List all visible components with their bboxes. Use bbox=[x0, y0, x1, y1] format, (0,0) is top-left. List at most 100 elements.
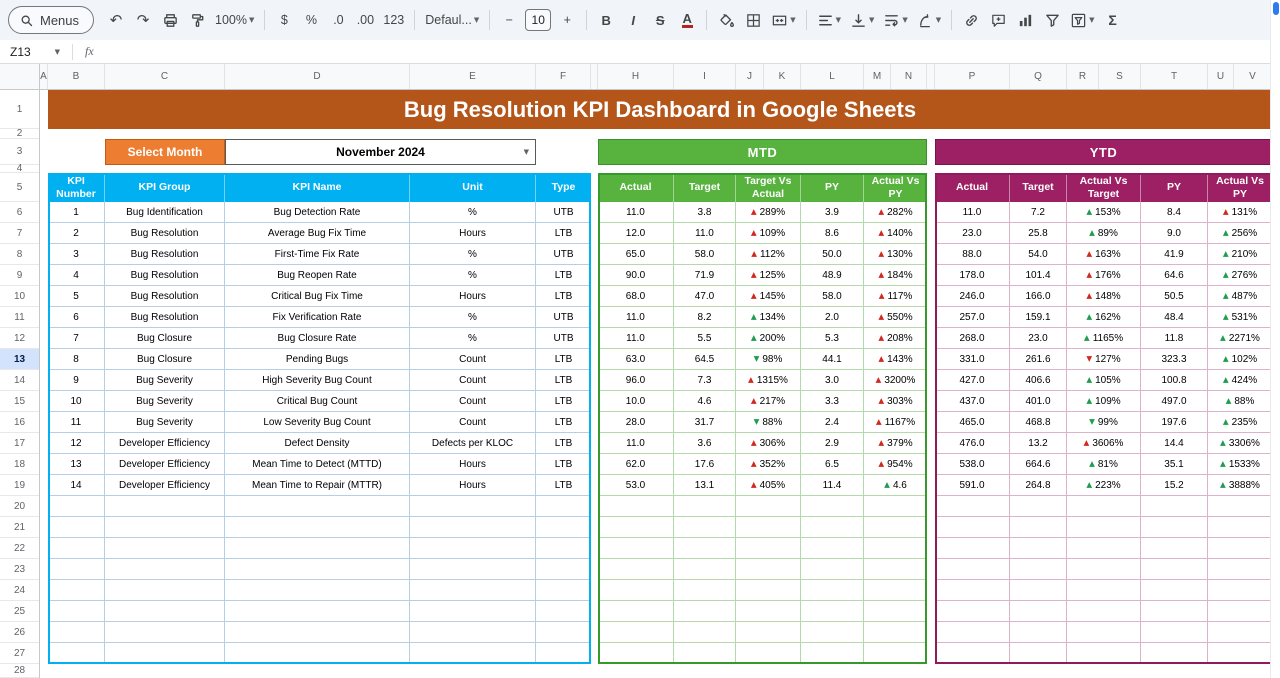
cell-mtd-py[interactable]: 3.0 bbox=[801, 370, 864, 391]
cell-mtd-actual[interactable]: 63.0 bbox=[598, 349, 674, 370]
cell-ytd-target[interactable]: 468.8 bbox=[1010, 412, 1067, 433]
cell-mtd-actual-vs-py[interactable]: ▲ 550% bbox=[864, 307, 927, 328]
cell-ytd-actual-vs-py[interactable] bbox=[1208, 496, 1272, 517]
cell-ytd-actual[interactable]: 246.0 bbox=[935, 286, 1010, 307]
cell-mtd-actual[interactable]: 96.0 bbox=[598, 370, 674, 391]
cell-unit[interactable]: Hours bbox=[410, 454, 536, 475]
cell-mtd-py[interactable] bbox=[801, 580, 864, 601]
column-header-S[interactable]: S bbox=[1099, 64, 1141, 89]
cell-ytd-target[interactable]: 25.8 bbox=[1010, 223, 1067, 244]
cell-mtd-actual-vs-py[interactable] bbox=[864, 517, 927, 538]
cell-unit[interactable] bbox=[410, 559, 536, 580]
vertical-align-button[interactable]: ▼ bbox=[846, 7, 878, 33]
cell-kpi-number[interactable]: 6 bbox=[48, 307, 105, 328]
cell-type[interactable] bbox=[536, 538, 591, 559]
column-header-B[interactable]: B bbox=[48, 64, 105, 89]
cell-kpi-group[interactable]: Bug Resolution bbox=[105, 223, 225, 244]
cell-ytd-actual-vs-py[interactable]: ▲ 424% bbox=[1208, 370, 1272, 391]
cell-ytd-actual[interactable]: 465.0 bbox=[935, 412, 1010, 433]
cell-ytd-py[interactable] bbox=[1141, 580, 1208, 601]
cell-unit[interactable] bbox=[410, 496, 536, 517]
scrollbar-thumb[interactable] bbox=[1273, 2, 1279, 15]
cell-mtd-actual-vs-py[interactable] bbox=[864, 622, 927, 643]
cell-ytd-actual[interactable] bbox=[935, 517, 1010, 538]
cell-ytd-target[interactable]: 13.2 bbox=[1010, 433, 1067, 454]
cell-mtd-target[interactable] bbox=[674, 622, 736, 643]
cell-ytd-actual-vs-target[interactable] bbox=[1067, 580, 1141, 601]
cell-kpi-name[interactable] bbox=[225, 601, 410, 622]
cell-ytd-actual-vs-target[interactable]: ▲ 162% bbox=[1067, 307, 1141, 328]
cell-ytd-actual-vs-target[interactable]: ▲ 153% bbox=[1067, 202, 1141, 223]
cell-ytd-py[interactable]: 48.4 bbox=[1141, 307, 1208, 328]
cell-mtd-actual[interactable]: 65.0 bbox=[598, 244, 674, 265]
cell-mtd-py[interactable]: 50.0 bbox=[801, 244, 864, 265]
cell-kpi-name[interactable] bbox=[225, 643, 410, 664]
cell-mtd-target[interactable]: 3.6 bbox=[674, 433, 736, 454]
row-header-18[interactable]: 18 bbox=[0, 454, 39, 475]
cell-mtd-actual-vs-py[interactable] bbox=[864, 601, 927, 622]
row-header-7[interactable]: 7 bbox=[0, 223, 39, 244]
cell-mtd-py[interactable]: 58.0 bbox=[801, 286, 864, 307]
cell-kpi-number[interactable]: 7 bbox=[48, 328, 105, 349]
row-header-11[interactable]: 11 bbox=[0, 307, 39, 328]
cell-ytd-actual-vs-target[interactable]: ▼ 127% bbox=[1067, 349, 1141, 370]
paint-format-button[interactable] bbox=[184, 7, 210, 33]
cell-unit[interactable] bbox=[410, 601, 536, 622]
cell-unit[interactable]: Count bbox=[410, 391, 536, 412]
cell-mtd-target-vs-actual[interactable]: ▲ 352% bbox=[736, 454, 801, 475]
cell-kpi-group[interactable]: Bug Severity bbox=[105, 370, 225, 391]
cell-kpi-number[interactable] bbox=[48, 622, 105, 643]
insert-chart-button[interactable] bbox=[1012, 7, 1038, 33]
cell-kpi-number[interactable]: 1 bbox=[48, 202, 105, 223]
row-header-9[interactable]: 9 bbox=[0, 265, 39, 286]
font-select[interactable]: Defaul...▼ bbox=[421, 7, 483, 33]
cell-mtd-actual[interactable] bbox=[598, 538, 674, 559]
cell-mtd-target[interactable]: 31.7 bbox=[674, 412, 736, 433]
cell-mtd-target[interactable]: 71.9 bbox=[674, 265, 736, 286]
cell-mtd-py[interactable] bbox=[801, 559, 864, 580]
cell-unit[interactable]: % bbox=[410, 202, 536, 223]
cell-kpi-number[interactable]: 9 bbox=[48, 370, 105, 391]
cell-kpi-name[interactable]: First-Time Fix Rate bbox=[225, 244, 410, 265]
cell-ytd-target[interactable] bbox=[1010, 559, 1067, 580]
cell-ytd-target[interactable]: 23.0 bbox=[1010, 328, 1067, 349]
cell-unit[interactable]: Hours bbox=[410, 223, 536, 244]
cell-ytd-actual-vs-target[interactable] bbox=[1067, 622, 1141, 643]
cell-mtd-target-vs-actual[interactable]: ▲ 109% bbox=[736, 223, 801, 244]
select-all-corner[interactable] bbox=[0, 64, 40, 89]
cell-mtd-target-vs-actual[interactable]: ▲ 1315% bbox=[736, 370, 801, 391]
cell-ytd-target[interactable]: 401.0 bbox=[1010, 391, 1067, 412]
cell-ytd-py[interactable]: 100.8 bbox=[1141, 370, 1208, 391]
cell-mtd-target[interactable]: 17.6 bbox=[674, 454, 736, 475]
row-header-12[interactable]: 12 bbox=[0, 328, 39, 349]
cell-ytd-target[interactable] bbox=[1010, 517, 1067, 538]
cell-ytd-actual[interactable]: 11.0 bbox=[935, 202, 1010, 223]
column-header-N[interactable]: N bbox=[891, 64, 927, 89]
cell-mtd-py[interactable] bbox=[801, 517, 864, 538]
cell-type[interactable]: LTB bbox=[536, 475, 591, 496]
cell-kpi-number[interactable]: 10 bbox=[48, 391, 105, 412]
cell-type[interactable]: LTB bbox=[536, 223, 591, 244]
cell-mtd-py[interactable] bbox=[801, 643, 864, 664]
cell-ytd-py[interactable] bbox=[1141, 538, 1208, 559]
cell-kpi-number[interactable]: 14 bbox=[48, 475, 105, 496]
cell-ytd-py[interactable]: 35.1 bbox=[1141, 454, 1208, 475]
cell-kpi-name[interactable] bbox=[225, 496, 410, 517]
cell-mtd-target[interactable] bbox=[674, 517, 736, 538]
cell-mtd-target-vs-actual[interactable]: ▼ 98% bbox=[736, 349, 801, 370]
cell-kpi-group[interactable]: Developer Efficiency bbox=[105, 454, 225, 475]
cell-ytd-actual-vs-target[interactable] bbox=[1067, 643, 1141, 664]
cell-kpi-name[interactable] bbox=[225, 538, 410, 559]
cell-kpi-name[interactable] bbox=[225, 559, 410, 580]
cell-kpi-name[interactable]: Critical Bug Fix Time bbox=[225, 286, 410, 307]
cell-mtd-target[interactable] bbox=[674, 559, 736, 580]
cell-mtd-actual-vs-py[interactable]: ▲ 140% bbox=[864, 223, 927, 244]
cell-type[interactable]: LTB bbox=[536, 391, 591, 412]
cell-kpi-group[interactable] bbox=[105, 580, 225, 601]
cell-mtd-actual-vs-py[interactable] bbox=[864, 496, 927, 517]
cell-unit[interactable] bbox=[410, 538, 536, 559]
row-header-27[interactable]: 27 bbox=[0, 643, 39, 664]
cell-ytd-actual[interactable] bbox=[935, 559, 1010, 580]
cell-kpi-name[interactable]: Defect Density bbox=[225, 433, 410, 454]
cell-mtd-actual-vs-py[interactable]: ▲ 303% bbox=[864, 391, 927, 412]
